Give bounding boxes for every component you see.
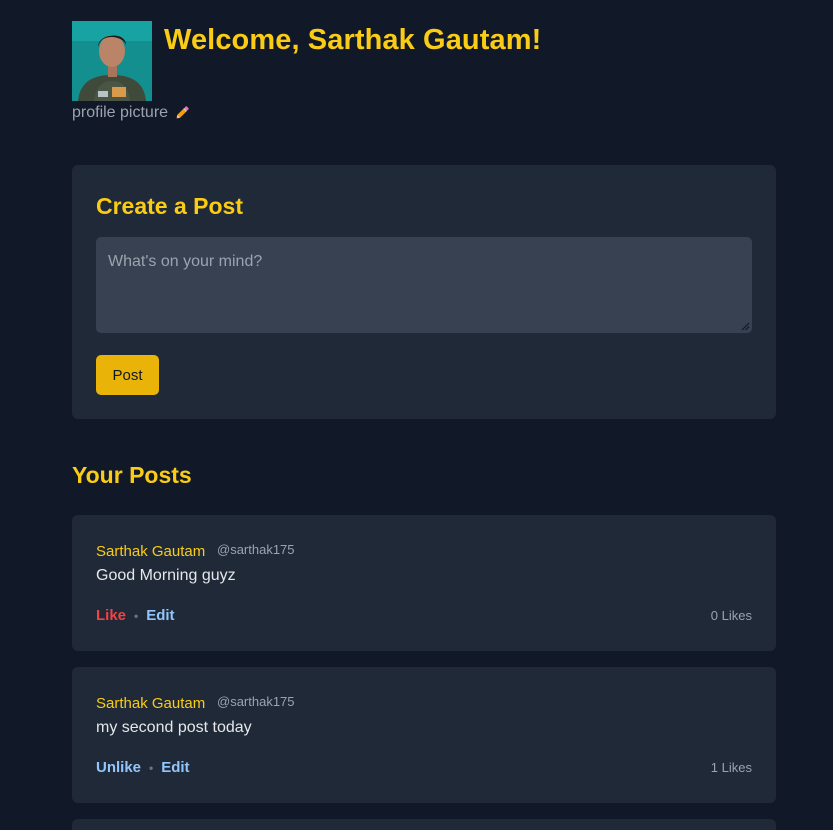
post-card: Sarthak Gautam @sarthak175 Good Morning … <box>72 515 776 651</box>
post-author-name[interactable]: Sarthak Gautam <box>96 695 205 712</box>
post-actions: Like • Edit <box>96 607 175 624</box>
profile-picture-label: profile picture <box>72 104 169 121</box>
like-button[interactable]: Like <box>96 607 126 624</box>
likes-count: 0 Likes <box>710 608 752 623</box>
post-card: Sarthak Gautam @sarthak175 my second pos… <box>72 667 776 803</box>
edit-button[interactable]: Edit <box>161 759 189 776</box>
resize-handle-icon[interactable] <box>740 321 750 331</box>
avatar[interactable] <box>72 21 152 101</box>
pencil-icon[interactable] <box>173 104 191 122</box>
post-actions: Unlike • Edit <box>96 759 190 776</box>
profile-picture-caption: profile picture <box>72 104 191 122</box>
post-author-handle: @sarthak175 <box>217 542 295 557</box>
post-author-handle: @sarthak175 <box>217 694 295 709</box>
likes-count: 1 Likes <box>710 760 752 775</box>
separator-dot: • <box>134 608 139 623</box>
post-content: Good Morning guyz <box>96 567 236 584</box>
post-composer-input[interactable] <box>96 237 752 333</box>
your-posts-title: Your Posts <box>72 462 192 488</box>
avatar-photo <box>72 21 152 101</box>
post-card-partial <box>72 819 776 830</box>
post-content: my second post today <box>96 719 252 736</box>
post-button[interactable]: Post <box>96 355 159 395</box>
unlike-button[interactable]: Unlike <box>96 759 141 776</box>
edit-button[interactable]: Edit <box>146 607 174 624</box>
create-post-title: Create a Post <box>96 193 244 219</box>
profile-page: Welcome, Sarthak Gautam! profile picture… <box>0 0 833 830</box>
separator-dot: • <box>149 760 154 775</box>
welcome-heading: Welcome, Sarthak Gautam! <box>164 24 542 56</box>
post-author-name[interactable]: Sarthak Gautam <box>96 543 205 560</box>
create-post-card: Create a Post Post <box>72 165 776 419</box>
